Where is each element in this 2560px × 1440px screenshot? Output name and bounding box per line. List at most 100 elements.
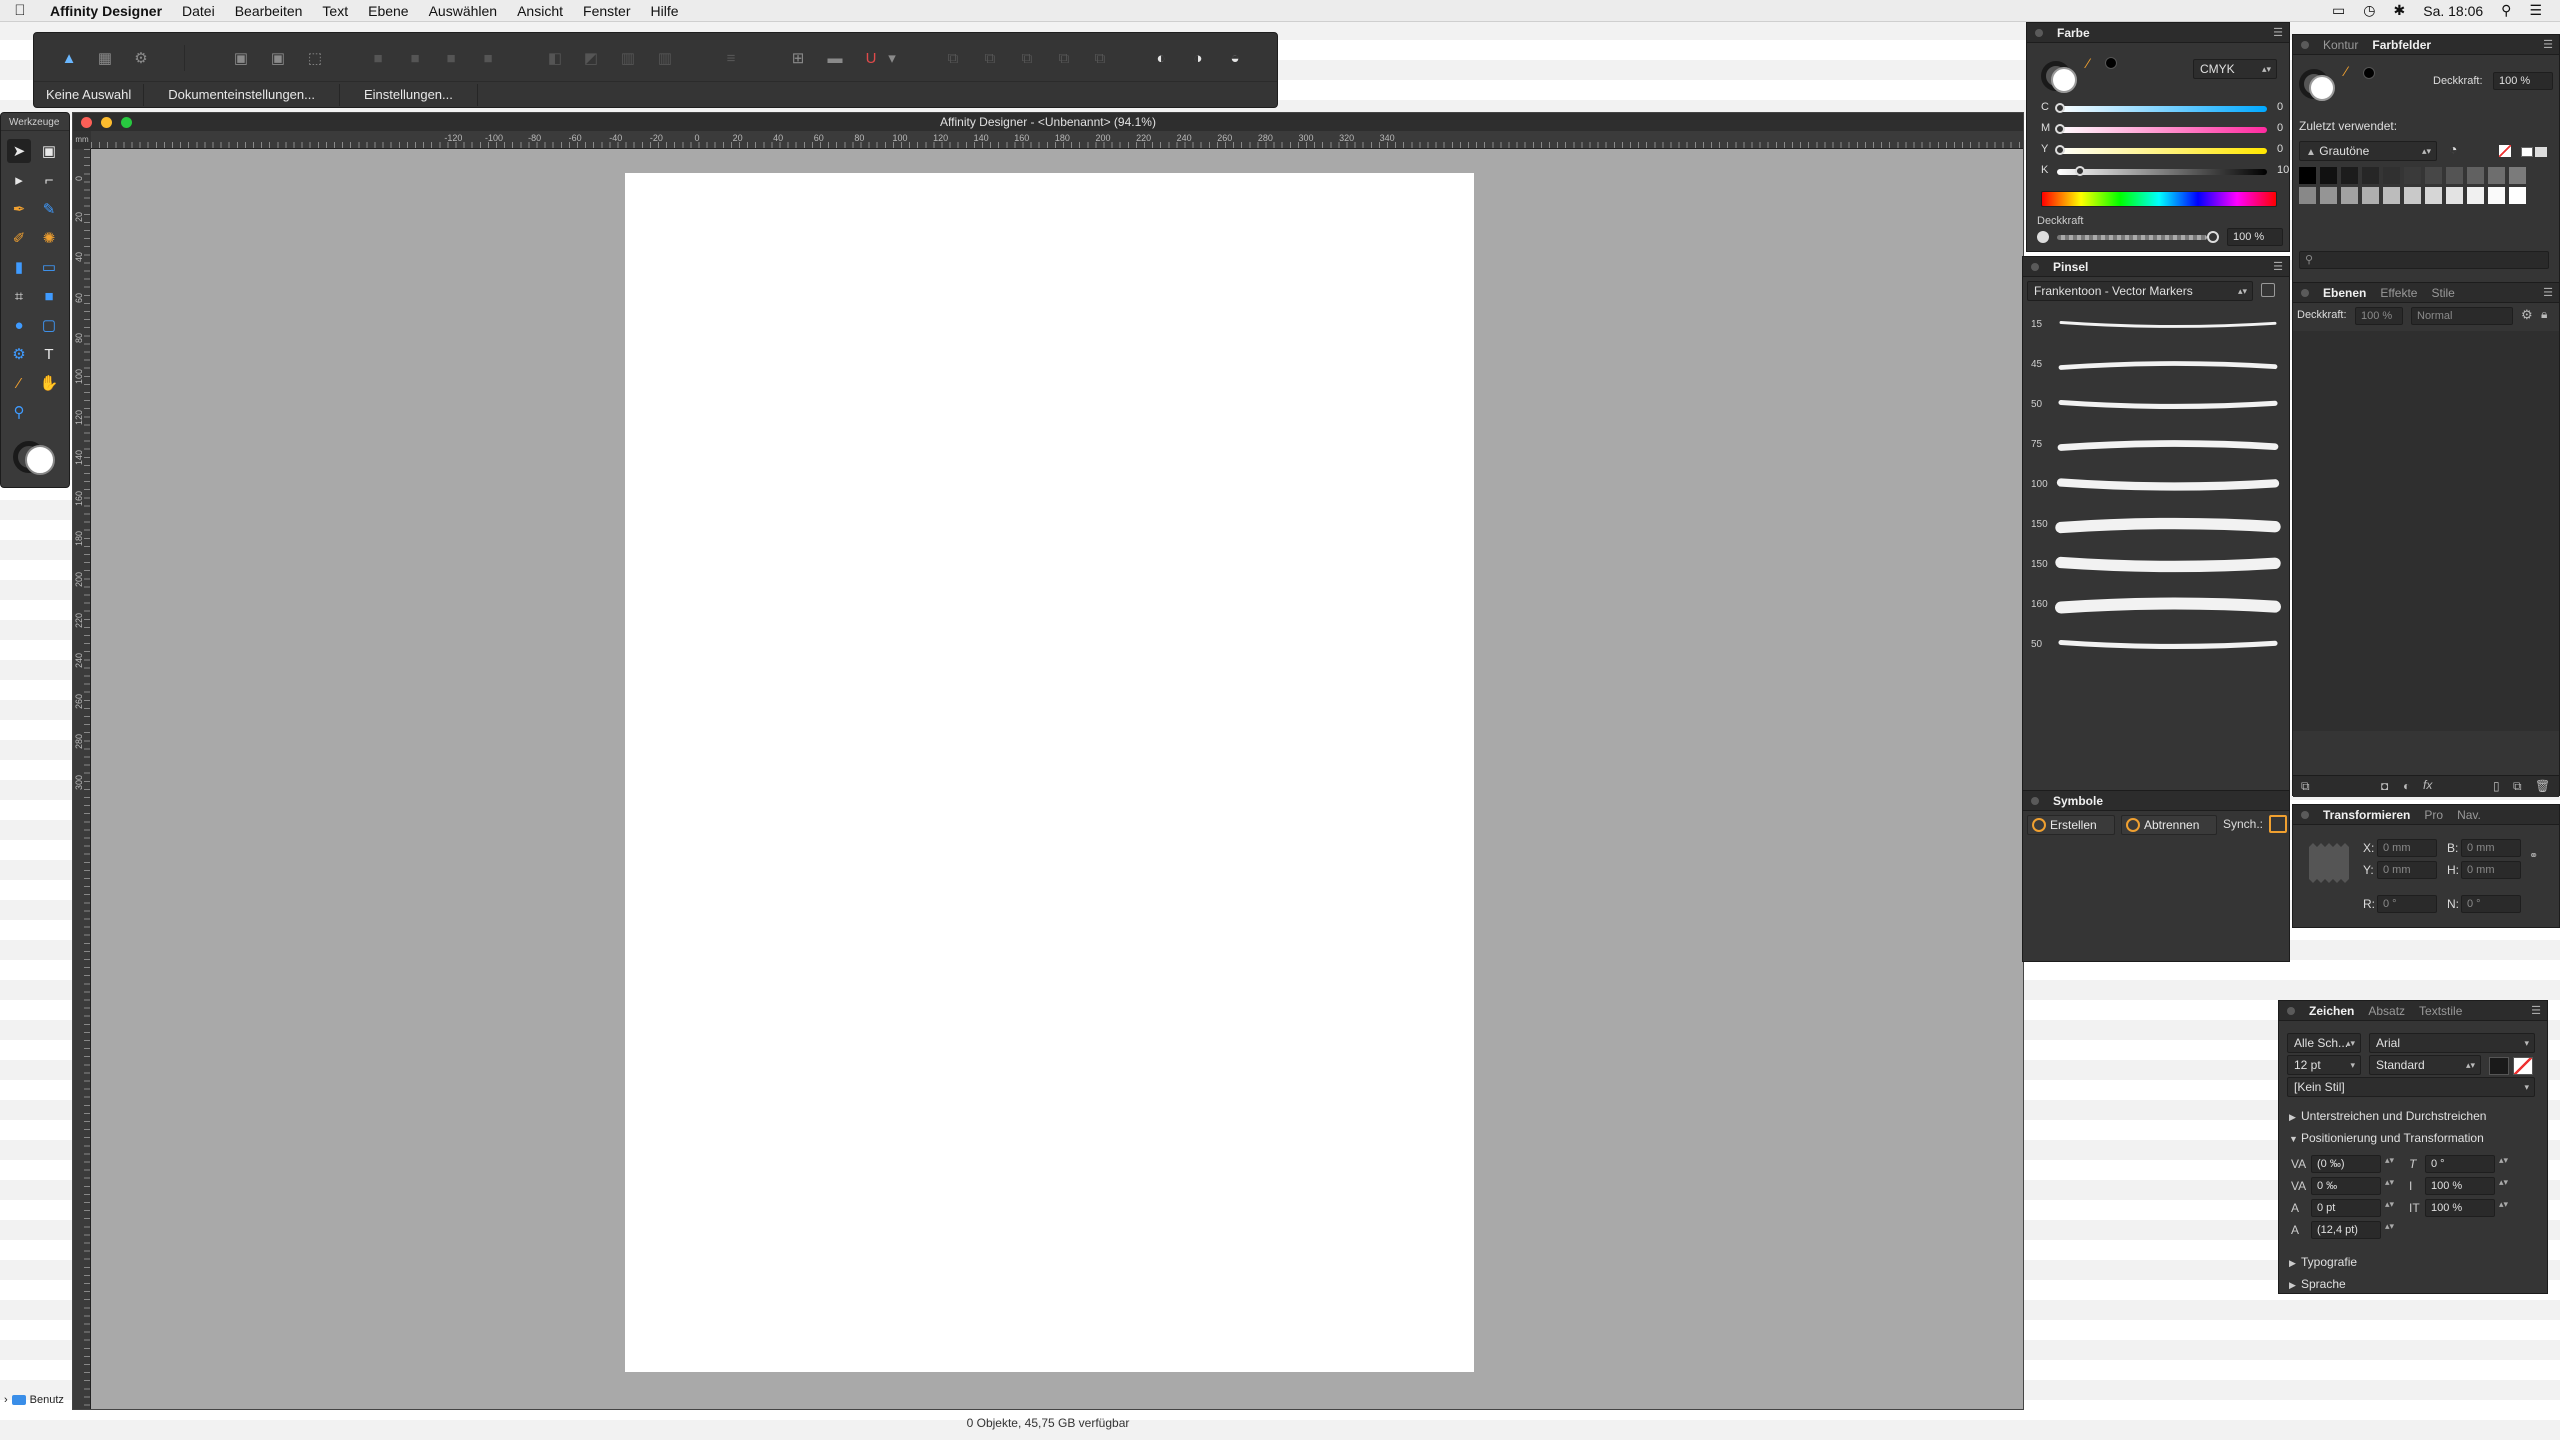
text-stroke-swatch[interactable] [2513,1057,2533,1075]
arrange-back-icon[interactable]: ■ [367,47,389,69]
vertical-scale-field[interactable]: 100 % [2425,1177,2495,1195]
opacity-slider[interactable] [2057,235,2207,240]
tab-stile[interactable]: Stile [2431,286,2454,300]
menu-app-name[interactable]: Affinity Designer [40,3,172,19]
tab-transformieren[interactable]: Transformieren [2323,808,2410,822]
panel-close-icon[interactable] [2301,40,2309,49]
eyedropper-icon[interactable]: ⁄ [2087,55,2089,71]
grey-swatch[interactable] [2299,167,2316,184]
colour-opacity-field[interactable]: 100 % [2227,228,2283,246]
spotlight-icon[interactable]: ⚲ [2501,2,2511,19]
bluetooth-icon[interactable]: ✱ [2394,2,2406,19]
adjustment-icon[interactable]: ◐ [2403,779,2410,793]
slider-c-value[interactable]: 0 [2277,101,2283,113]
panel-menu-icon[interactable]: ☰ [2273,260,2283,273]
slider-m-track[interactable] [2057,127,2267,133]
duplicate-layer-icon[interactable]: ⧉ [2513,779,2522,794]
tab-pro[interactable]: Pro [2424,808,2443,822]
baseline-field[interactable]: 0 pt [2311,1199,2381,1217]
brush-preset[interactable]: 50 [2023,625,2285,665]
transform-x-field[interactable]: 0 mm [2377,839,2437,857]
mask-icon[interactable]: ◘ [2381,779,2388,793]
grey-swatch[interactable] [2446,187,2463,204]
brush-preset[interactable]: 100 [2023,465,2285,505]
vertical-ruler[interactable]: 0 20 40 60 80 100 120 140 160 180 200 220 240 260 280 3… [73,149,91,1409]
panel-close-icon[interactable] [2287,1006,2295,1015]
leading-field[interactable]: (12,4 pt) [2311,1221,2381,1239]
panel-close-icon[interactable] [2301,810,2309,819]
panel-close-icon[interactable] [2301,288,2309,297]
panel-close-icon[interactable] [2035,28,2043,37]
grey-swatch[interactable] [2425,187,2442,204]
flip-vertical-icon[interactable]: ◩ [580,47,602,69]
zoom-tool-icon[interactable]: ⚲ [7,400,31,424]
zoom-window-icon[interactable] [121,117,132,128]
bounding-box-icon[interactable]: ⬚ [304,47,326,69]
menu-auswaehlen[interactable]: Auswählen [419,3,508,19]
fill-tool-icon[interactable]: ✺ [37,226,61,250]
white-swatch-icon[interactable] [2521,147,2533,157]
document-page[interactable] [625,173,1474,1372]
slider-y[interactable]: Y 0 [2041,143,2283,157]
menu-ebene[interactable]: Ebene [358,3,418,19]
hand-tool-icon[interactable]: ✋ [37,371,61,395]
font-size-select[interactable]: 12 pt ▾ [2287,1055,2361,1075]
grey-swatch[interactable] [2488,187,2505,204]
colour-panel-title[interactable]: Farbe [2057,26,2090,40]
menu-datei[interactable]: Datei [172,3,225,19]
stepper-icon[interactable]: ▴▾ [2385,1155,2394,1166]
transform-origin-icon[interactable]: ▣ [267,47,289,69]
grey-swatch[interactable] [2446,167,2463,184]
tab-effekte[interactable]: Effekte [2380,286,2417,300]
grey-swatch[interactable] [2299,187,2316,204]
link-proportions-icon[interactable]: ⚭ [2529,849,2538,862]
stepper-icon[interactable]: ▴▾ [2499,1177,2508,1188]
slider-y-knob[interactable] [2055,145,2065,155]
boolean-subtract-icon[interactable]: ⧉ [979,47,1001,69]
colour-model-select[interactable]: CMYK ▴▾ [2193,59,2277,79]
transparency-tool-icon[interactable]: ▮ [7,255,31,279]
brush-preset[interactable]: 50 [2023,385,2285,425]
snapping-dropdown-icon[interactable]: ▾ [886,47,898,69]
layers-stack-icon[interactable]: ⧉ [2301,779,2310,794]
brush-preset[interactable]: 15 [2023,305,2285,345]
slider-m-knob[interactable] [2055,124,2065,134]
grey-swatch[interactable] [2467,167,2484,184]
artboard-tool-icon[interactable]: ▣ [37,139,61,163]
flip-horizontal-icon[interactable]: ◧ [544,47,566,69]
kerning-field[interactable]: (0 ‰) [2311,1155,2381,1173]
slider-y-value[interactable]: 0 [2277,143,2283,155]
menu-hilfe[interactable]: Hilfe [640,3,688,19]
cog-shape-tool-icon[interactable]: ⚙ [7,342,31,366]
fill-color-swatch[interactable] [25,445,55,475]
grey-swatch[interactable] [2509,167,2526,184]
tracking-field[interactable]: 0 ‰ [2311,1177,2381,1195]
slider-y-track[interactable] [2057,148,2267,154]
palette-select[interactable]: ▲ Grautöne ▴▾ [2299,141,2437,161]
font-family-select[interactable]: Arial ▾ [2369,1033,2535,1053]
font-collection-select[interactable]: Alle Sch... ▴▾ [2287,1033,2361,1053]
tab-kontur[interactable]: Kontur [2323,38,2358,52]
grey-swatch[interactable] [2362,167,2379,184]
grey-swatch[interactable] [2320,167,2337,184]
arrange-forward-icon[interactable]: ■ [440,47,462,69]
eyedropper-icon[interactable]: ⁄ [2345,63,2347,79]
brush-preset[interactable]: 150 [2023,505,2285,545]
apple-icon[interactable]:  [0,2,40,19]
tab-ebenen[interactable]: Ebenen [2323,286,2366,300]
transform-w-field[interactable]: 0 mm [2461,839,2521,857]
grey-swatch[interactable] [2404,167,2421,184]
panel-close-icon[interactable] [2031,796,2039,805]
insert-behind-icon[interactable]: ◑ [1187,47,1209,69]
grey-swatch[interactable] [2467,187,2484,204]
grey-swatch-icon[interactable] [2535,147,2547,157]
brush-category-select[interactable]: Frankentoon - Vector Markers ▴▾ [2027,281,2253,301]
snapping-options-icon[interactable]: ▬ [824,47,846,69]
delete-layer-icon[interactable]: 🗑︎ [2535,779,2550,793]
swatches-opacity-field[interactable]: 100 % [2493,72,2553,90]
node-tool-icon[interactable]: ▸ [7,168,31,192]
slider-k-track[interactable] [2057,169,2267,175]
lock-icon[interactable]: 🔒︎ [2541,307,2547,322]
ellipse-tool-icon[interactable]: ● [7,313,31,337]
horizontal-ruler[interactable]: -120 -100 -80 -60 -40 -20 0 20 40 60 80 100 120 140 16… [91,131,2023,149]
